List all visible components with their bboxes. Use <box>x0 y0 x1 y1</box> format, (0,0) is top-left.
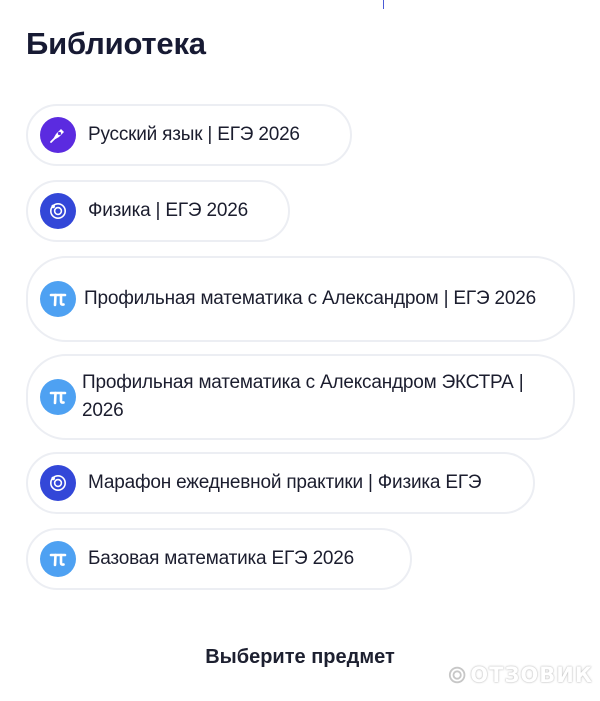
course-label: Профильная математика с Александром ЭКСТ… <box>82 372 524 421</box>
course-item-profile-math-extra[interactable]: Профильная математика с Александром ЭКСТ… <box>26 354 575 440</box>
atom-icon <box>40 193 76 229</box>
course-item-base-math[interactable]: Базовая математика ЕГЭ 2026 <box>26 528 412 590</box>
watermark-logo-icon <box>448 666 466 684</box>
pi-icon <box>40 379 76 415</box>
feather-pen-icon <box>40 117 76 153</box>
course-label: Физика | ЕГЭ 2026 <box>88 200 248 221</box>
atom-icon <box>40 465 76 501</box>
pi-icon <box>40 281 76 317</box>
course-label: Профильная математика с Александром | ЕГ… <box>84 288 536 309</box>
course-item-physics[interactable]: Физика | ЕГЭ 2026 <box>26 180 290 242</box>
course-label: Марафон ежедневной практики | Физика ЕГЭ <box>88 472 482 493</box>
page-title: Библиотека <box>26 26 206 61</box>
course-item-profile-math[interactable]: Профильная математика с Александром | ЕГ… <box>26 256 575 342</box>
watermark: ОТЗОВИК <box>448 657 593 693</box>
course-label: Базовая математика ЕГЭ 2026 <box>88 548 355 569</box>
watermark-text: ОТЗОВИК <box>470 663 593 687</box>
pi-icon <box>40 541 76 577</box>
course-item-physics-marathon[interactable]: Марафон ежедневной практики | Физика ЕГЭ <box>26 452 535 514</box>
course-item-russian[interactable]: Русский язык | ЕГЭ 2026 <box>26 104 352 166</box>
course-label: Русский язык | ЕГЭ 2026 <box>88 124 300 145</box>
divider-tick <box>383 0 384 9</box>
library-card: Библиотека Русский язык | ЕГЭ 2026 Физик… <box>0 0 600 701</box>
